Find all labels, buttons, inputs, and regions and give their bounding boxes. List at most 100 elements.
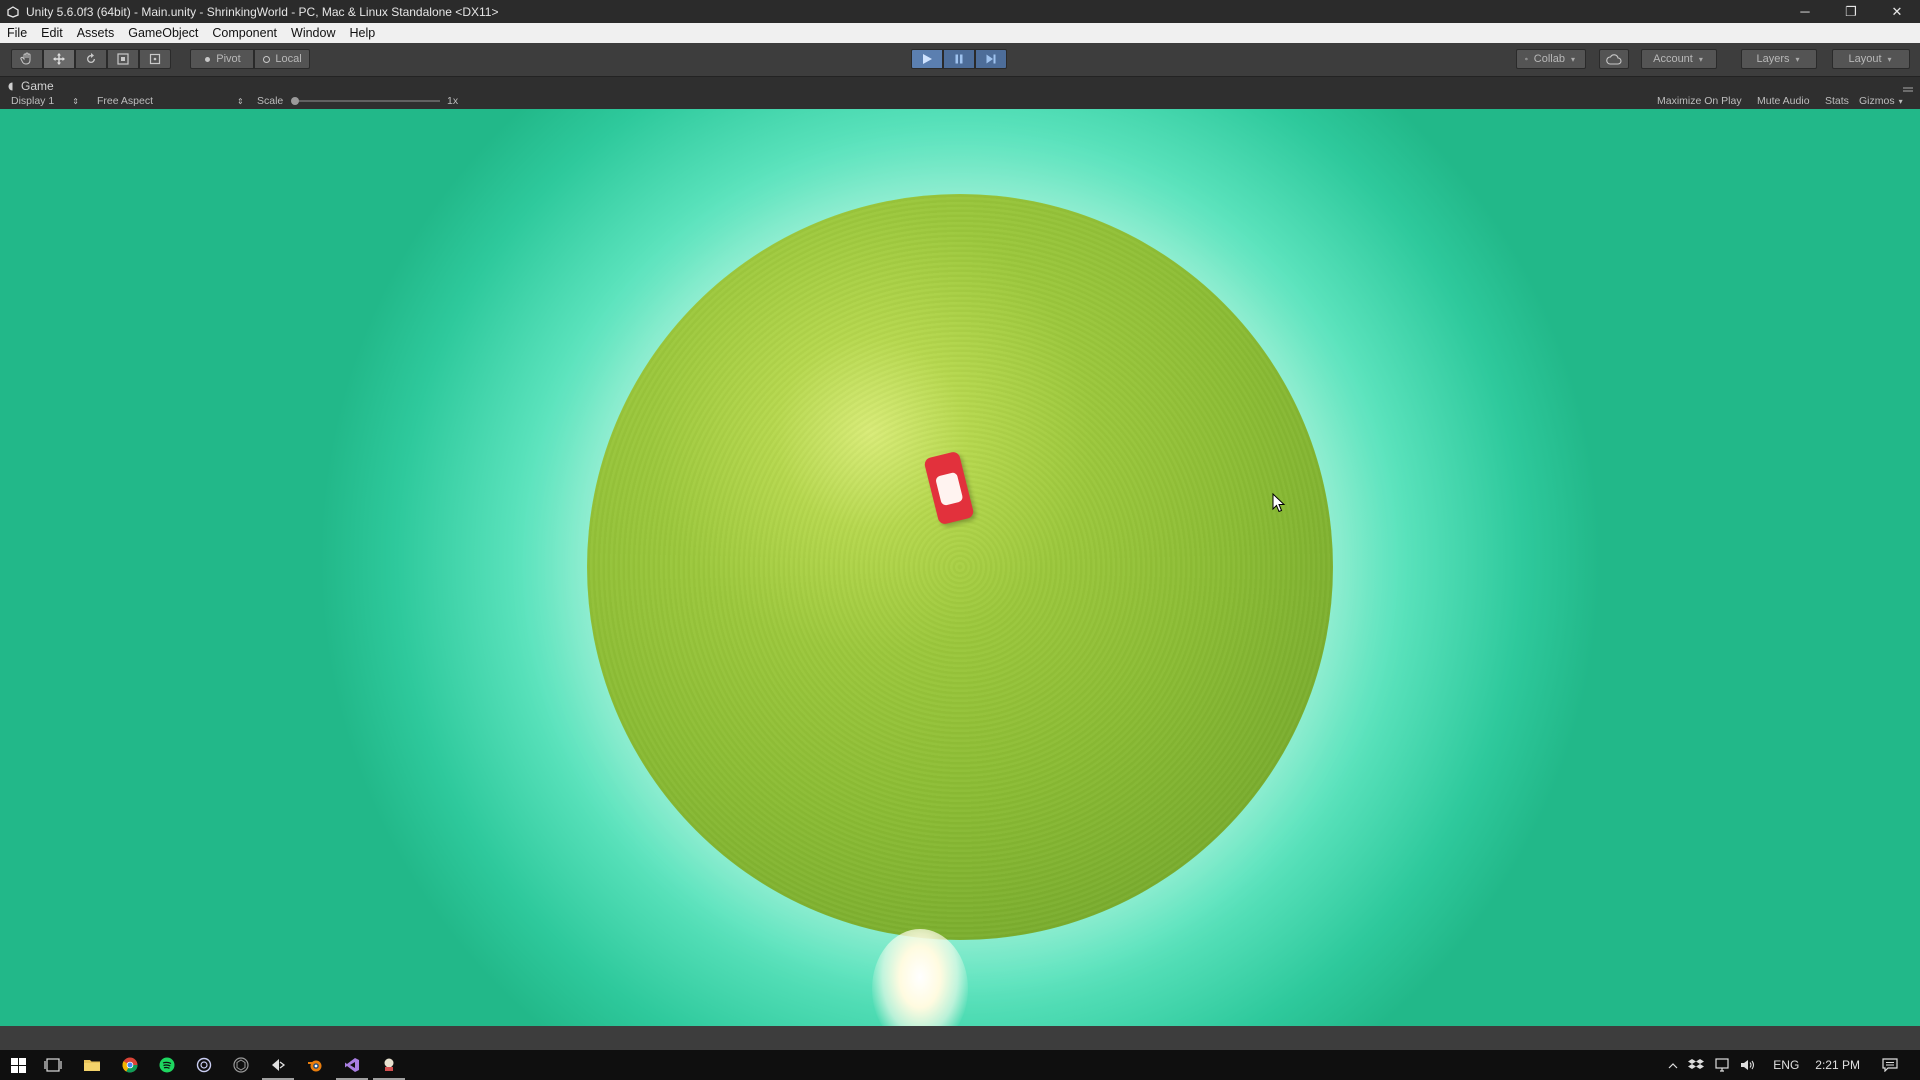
game-view-header: Game Display 1 ⇕ Free Aspect ⇕ Scale 1x …	[0, 77, 1920, 109]
chevron-up-icon[interactable]	[1668, 1062, 1678, 1069]
task-view-icon[interactable]	[43, 1055, 63, 1075]
display-caret-icon: ⇕	[72, 96, 79, 106]
layers-group: Layers ▾	[1741, 49, 1817, 69]
collab-label: Collab	[1533, 53, 1565, 65]
spotify-icon[interactable]	[157, 1055, 177, 1075]
step-icon	[986, 54, 996, 64]
collab-dropdown[interactable]: Collab ▾	[1516, 49, 1586, 69]
unity-editor-icon[interactable]	[262, 1055, 294, 1080]
gizmos-caret-icon: ▾	[1898, 96, 1903, 106]
local-toggle[interactable]: Local	[254, 49, 310, 69]
menu-gameobject[interactable]: GameObject	[121, 26, 205, 40]
game-tab-label: Game	[21, 79, 54, 93]
layout-label: Layout	[1848, 53, 1882, 65]
pause-button[interactable]	[943, 49, 975, 69]
gizmos-label: Gizmos	[1859, 95, 1895, 107]
chrome-icon[interactable]	[120, 1055, 140, 1075]
scale-slider-thumb[interactable]	[291, 97, 299, 105]
rotate-tool-button[interactable]	[75, 49, 107, 69]
playback-controls	[911, 49, 1007, 69]
game-viewport[interactable]	[0, 109, 1920, 1026]
move-tool-button[interactable]	[43, 49, 75, 69]
file-explorer-icon[interactable]	[82, 1055, 102, 1075]
rotate-icon	[87, 53, 95, 63]
collab-group: Collab ▾	[1516, 49, 1586, 69]
account-dropdown[interactable]: Account ▾	[1641, 49, 1717, 69]
status-bar	[0, 1026, 1920, 1050]
clock[interactable]: 2:21 PM	[1815, 1058, 1860, 1072]
menu-component[interactable]: Component	[205, 26, 284, 40]
rect-tool-button[interactable]	[139, 49, 171, 69]
scale-slider-track[interactable]	[292, 100, 440, 102]
system-tray: ENG 2:21 PM	[1663, 1050, 1920, 1080]
pivot-icon	[205, 56, 211, 62]
step-button[interactable]	[975, 49, 1007, 69]
local-icon	[263, 55, 271, 63]
toolbar: Pivot Local Collab ▾ Account ▾ Layers ▾ …	[0, 43, 1920, 77]
menu-file[interactable]: File	[0, 26, 34, 40]
account-group: Account ▾	[1641, 49, 1717, 69]
network-icon[interactable]	[1714, 1058, 1730, 1072]
blender-icon[interactable]	[305, 1055, 325, 1075]
layers-dropdown[interactable]: Layers ▾	[1741, 49, 1817, 69]
menu-window[interactable]: Window	[284, 26, 342, 40]
display-dropdown[interactable]: Display 1 ⇕	[11, 95, 79, 107]
cloud-icon	[1606, 53, 1622, 65]
layers-caret-icon: ▾	[1795, 54, 1800, 64]
account-label: Account	[1653, 53, 1693, 65]
rect-transform-icon	[149, 53, 161, 65]
scale-tool-button[interactable]	[107, 49, 139, 69]
glow-exhaust	[872, 929, 968, 1026]
restore-button[interactable]: ❐	[1828, 0, 1874, 23]
mouse-cursor-icon	[1272, 492, 1286, 518]
menu-edit[interactable]: Edit	[34, 26, 70, 40]
aspect-dropdown[interactable]: Free Aspect ⇕	[97, 95, 244, 107]
unity-logo-icon	[6, 5, 20, 19]
aspect-caret-icon: ⇕	[237, 96, 244, 106]
menu-help[interactable]: Help	[342, 26, 382, 40]
pivot-toggle[interactable]: Pivot	[190, 49, 254, 69]
local-label: Local	[275, 53, 302, 65]
dropbox-icon[interactable]	[1688, 1058, 1705, 1072]
title-bar: Unity 5.6.0f3 (64bit) - Main.unity - Shr…	[0, 0, 1920, 23]
play-button[interactable]	[911, 49, 943, 69]
gamepad-icon	[8, 82, 13, 90]
transform-tools	[11, 49, 171, 69]
move-arrows-icon	[53, 53, 65, 65]
scale-label: Scale	[257, 95, 284, 107]
play-icon	[923, 54, 932, 64]
unity-hub-icon[interactable]	[231, 1055, 251, 1075]
hand-tool-button[interactable]	[11, 49, 43, 69]
app-globe-icon[interactable]	[194, 1055, 214, 1075]
panel-menu-icon[interactable]	[1902, 83, 1914, 95]
app-character-icon[interactable]	[373, 1055, 405, 1080]
mute-audio-toggle[interactable]: Mute Audio	[1757, 95, 1810, 107]
visual-studio-icon[interactable]	[336, 1055, 368, 1080]
collab-caret-icon: ▾	[1570, 54, 1575, 64]
menu-bar: File Edit Assets GameObject Component Wi…	[0, 23, 1920, 43]
cloud-group	[1599, 49, 1629, 69]
close-button[interactable]: ✕	[1874, 0, 1920, 23]
cloud-button[interactable]	[1599, 49, 1629, 69]
game-tab[interactable]: Game	[8, 79, 54, 93]
windows-start-icon[interactable]	[8, 1055, 28, 1075]
scale-value: 1x	[447, 95, 459, 107]
checkmark-icon	[1525, 57, 1528, 61]
pause-icon	[955, 54, 963, 64]
layers-label: Layers	[1756, 53, 1790, 65]
pivot-group: Pivot Local	[190, 49, 310, 69]
layout-group: Layout ▾	[1832, 49, 1910, 69]
window-title: Unity 5.6.0f3 (64bit) - Main.unity - Shr…	[26, 4, 499, 19]
scale-icon	[117, 53, 129, 65]
volume-icon[interactable]	[1740, 1058, 1756, 1072]
minimize-button[interactable]: ─	[1782, 0, 1828, 23]
language-indicator[interactable]: ENG	[1773, 1058, 1799, 1072]
layout-dropdown[interactable]: Layout ▾	[1832, 49, 1910, 69]
aspect-label: Free Aspect	[97, 95, 154, 107]
stats-toggle[interactable]: Stats	[1825, 95, 1849, 107]
maximize-on-play-toggle[interactable]: Maximize On Play	[1657, 95, 1742, 107]
gizmos-dropdown[interactable]: Gizmos ▾	[1859, 95, 1903, 107]
notifications-icon[interactable]	[1882, 1058, 1898, 1072]
menu-assets[interactable]: Assets	[70, 26, 122, 40]
pivot-label: Pivot	[216, 53, 241, 65]
